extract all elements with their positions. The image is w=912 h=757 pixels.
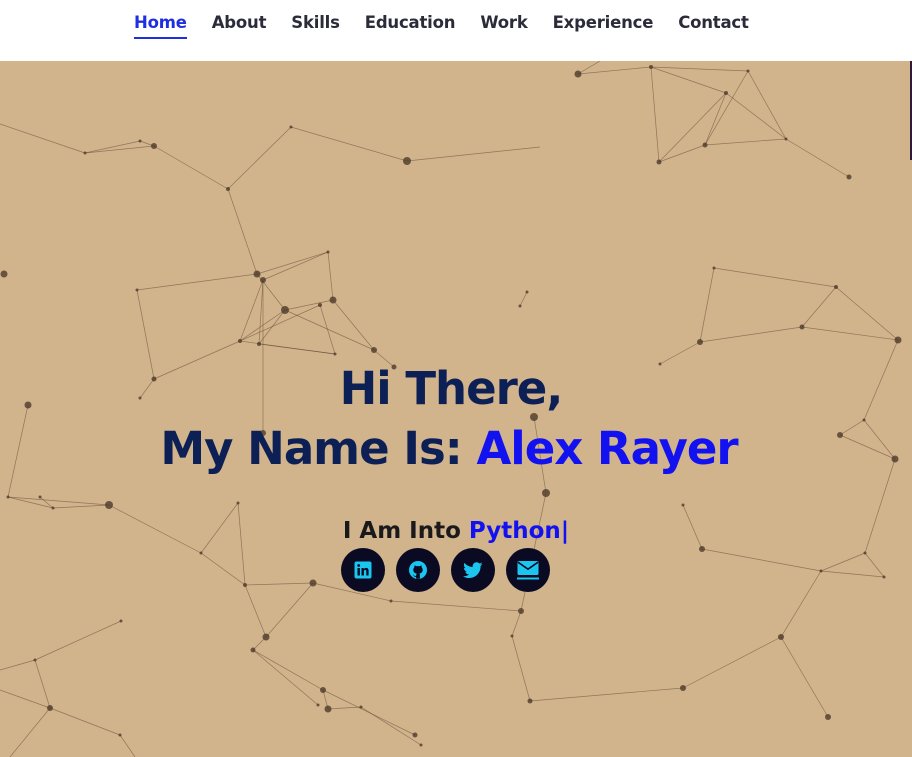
linkedin-button[interactable] — [341, 548, 385, 592]
nav-link-about[interactable]: About — [212, 13, 267, 39]
nav-list: Home About Skills Education Work Experie… — [134, 13, 774, 39]
mail-icon — [517, 561, 539, 580]
nav-link-contact[interactable]: Contact — [678, 13, 749, 39]
nav-link-home[interactable]: Home — [134, 13, 187, 39]
github-button[interactable] — [396, 548, 440, 592]
typed-text-line: I Am Into Python| — [0, 518, 912, 544]
navbar: Home About Skills Education Work Experie… — [0, 0, 912, 61]
hero-greeting: Hi There, — [339, 362, 564, 415]
nav-link-education[interactable]: Education — [365, 13, 456, 39]
hero-name-prefix: My Name Is: — [160, 422, 462, 475]
linkedin-icon — [354, 561, 372, 579]
hero-section: Hi There, My Name Is: Alex Rayer I Am In… — [0, 61, 912, 757]
email-button[interactable] — [506, 548, 550, 592]
typed-value: Python| — [468, 518, 570, 544]
nav-link-work[interactable]: Work — [480, 13, 527, 39]
github-icon — [409, 561, 427, 579]
typed-prefix: I Am Into — [342, 518, 461, 544]
twitter-icon — [463, 561, 483, 578]
twitter-button[interactable] — [451, 548, 495, 592]
social-links — [341, 548, 561, 592]
nav-link-experience[interactable]: Experience — [553, 13, 654, 39]
nav-link-skills[interactable]: Skills — [291, 13, 340, 39]
hero-name: Alex Rayer — [476, 422, 738, 475]
hero-name-line: My Name Is: Alex Rayer — [0, 426, 905, 471]
